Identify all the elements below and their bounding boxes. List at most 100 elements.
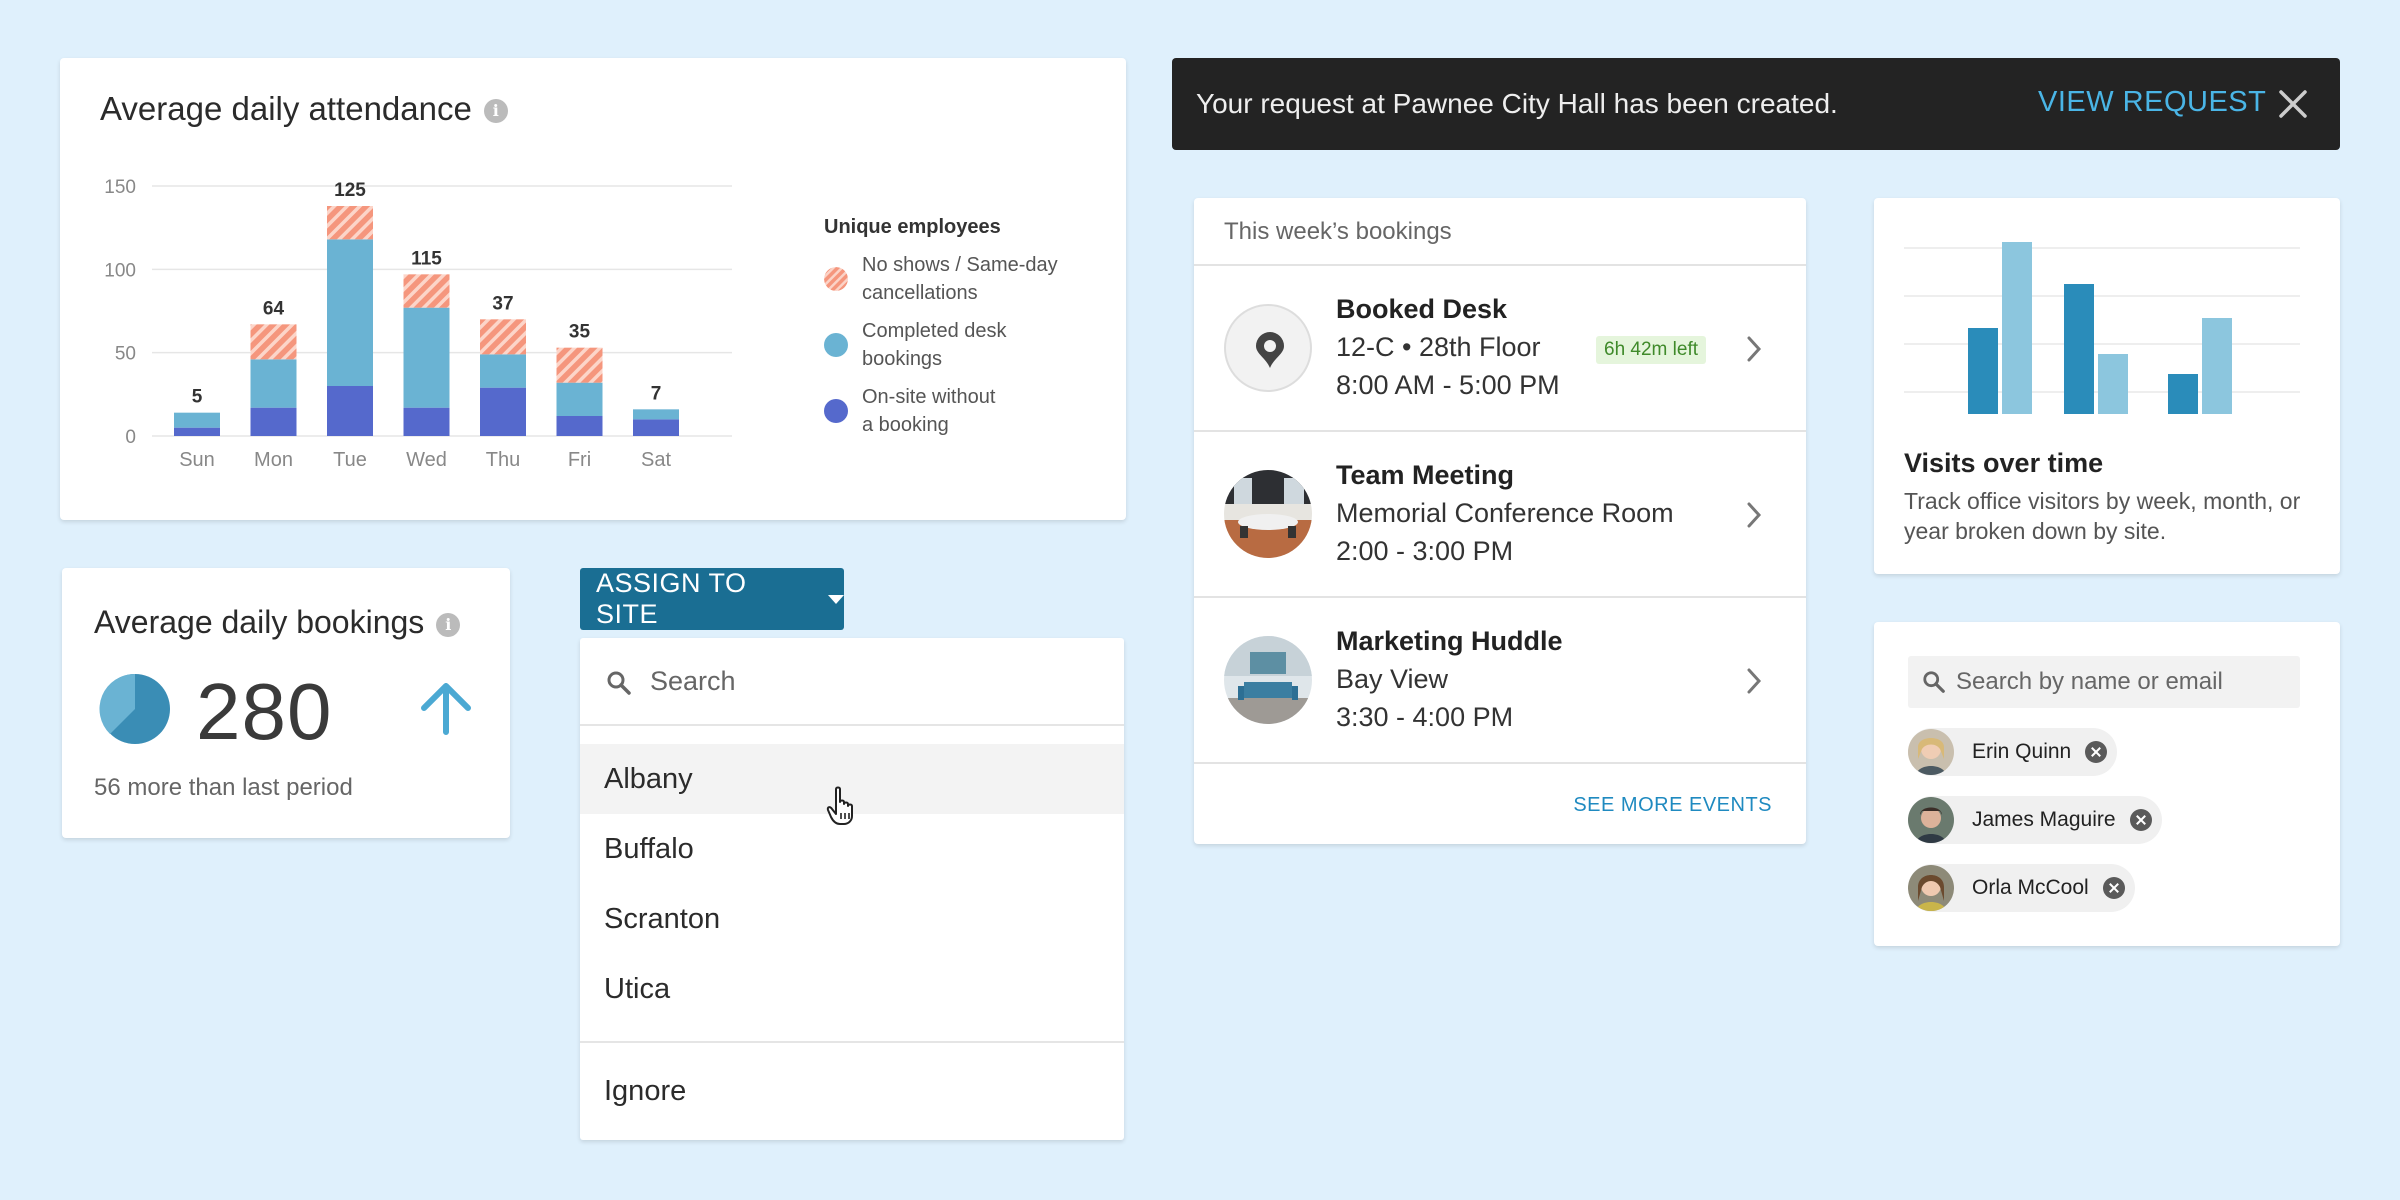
bookings-title-text: Average daily bookings — [94, 604, 425, 640]
event-title: Marketing Huddle — [1336, 626, 1563, 656]
event-location: Memorial Conference Room — [1336, 498, 1674, 528]
legend-label: No shows / Same-day — [862, 254, 1058, 276]
y-tick-label: 100 — [104, 260, 136, 281]
event-item[interactable]: Booked Desk 12-C • 28th Floor 8:00 AM - … — [1194, 266, 1806, 432]
data-label: 7 — [651, 383, 662, 404]
person-name: James Maguire — [1972, 808, 2116, 831]
location-pin-icon — [1224, 304, 1312, 392]
x-tick-label: Sat — [641, 449, 671, 471]
bookings-subtext: 56 more than last period — [94, 774, 353, 801]
event-location: 12-C • 28th Floor — [1336, 332, 1541, 362]
attendance-card: 0 50 100 150 5 Sun 64 Mon 125 Tue 115 Wed 37 Thu 35 Fri… — [60, 58, 1126, 520]
bookings-title: Average daily bookings i — [94, 604, 461, 641]
toast-message: Your request at Pawnee City Hall has bee… — [1196, 88, 1838, 119]
data-label: 64 — [263, 298, 285, 319]
event-item[interactable]: Team Meeting Memorial Conference Room 2:… — [1194, 432, 1806, 598]
chart-legend: Unique employees No shows / Same-day canc… — [824, 216, 1114, 449]
event-time: 3:30 - 4:00 PM — [1336, 702, 1514, 732]
bar — [1968, 328, 1998, 414]
bar-completed — [250, 359, 297, 408]
bar — [2002, 242, 2032, 414]
weekly-bookings-card: This week’s bookings Booked Desk 12-C • … — [1194, 198, 1806, 844]
bookings-value: 280 — [196, 667, 333, 756]
x-tick-label: Tue — [333, 449, 367, 471]
bar-onsite — [556, 416, 603, 436]
person-name: Orla McCool — [1972, 876, 2089, 899]
site-option-utica[interactable]: Utica — [580, 954, 1124, 1024]
bookings-card: Average daily bookings i 280 56 more than… — [62, 568, 510, 838]
search-icon — [1923, 671, 1945, 693]
y-tick-label: 50 — [115, 344, 136, 365]
bar-onsite — [327, 386, 373, 436]
avatar — [1908, 865, 1954, 911]
close-icon[interactable] — [2278, 89, 2308, 119]
chevron-right-icon — [1747, 502, 1762, 528]
event-location: Bay View — [1336, 664, 1449, 694]
room-photo — [1224, 470, 1312, 558]
bar-completed — [480, 354, 526, 388]
visits-title: Visits over time — [1904, 448, 2104, 478]
bar-onsite — [250, 407, 297, 436]
bar-onsite — [174, 427, 220, 436]
x-tick-label: Sun — [179, 449, 215, 471]
search-placeholder: Search — [650, 666, 736, 696]
view-request-link[interactable]: VIEW REQUEST — [2038, 86, 2266, 119]
bar-no-shows — [556, 347, 603, 383]
bar-no-shows — [327, 206, 373, 240]
person-chip: Erin Quinn — [1908, 728, 2118, 776]
bar-no-shows — [403, 274, 450, 308]
bar-completed — [556, 382, 603, 416]
bar-no-shows — [250, 324, 297, 360]
bar — [2168, 374, 2198, 414]
bar-completed — [327, 239, 373, 386]
pie-icon — [99, 673, 170, 744]
legend-label: a booking — [862, 414, 949, 436]
bar-onsite — [633, 419, 679, 436]
remove-icon[interactable] — [2129, 809, 2152, 831]
info-icon[interactable]: i — [483, 99, 508, 124]
people-card: Search by name or email Erin Quinn James… — [1874, 622, 2340, 946]
site-option-ignore[interactable]: Ignore — [580, 1056, 1124, 1126]
x-tick-label: Thu — [486, 449, 520, 471]
avatar — [1908, 729, 1954, 775]
legend-item-onsite: On-site without a booking — [824, 383, 1114, 439]
person-chip: James Maguire — [1908, 796, 2162, 844]
y-tick-label: 150 — [104, 177, 136, 198]
data-label: 115 — [411, 248, 442, 269]
site-option-scranton[interactable]: Scranton — [580, 884, 1124, 954]
remove-icon[interactable] — [2102, 877, 2125, 899]
bar — [2202, 318, 2232, 414]
event-item[interactable]: Marketing Huddle Bay View 3:30 - 4:00 PM — [1194, 598, 1806, 764]
swatch-icon — [824, 333, 848, 357]
assign-button-label: ASSIGN TO SITE — [596, 568, 747, 629]
assign-to-site-button[interactable]: ASSIGN TO SITE — [580, 568, 844, 630]
site-dropdown: Search Albany Buffalo Scranton Utica Ign… — [580, 638, 1124, 1140]
swatch-icon — [824, 399, 848, 423]
hand-cursor-icon — [826, 786, 853, 825]
visits-card: Visits over time Track office visitors b… — [1874, 198, 2340, 574]
x-tick-label: Fri — [568, 449, 591, 471]
attendance-title: Average daily attendance i — [100, 90, 508, 128]
visits-description: Track office visitors by week, month, or… — [1904, 488, 2301, 544]
remove-icon[interactable] — [2085, 741, 2108, 763]
person-name: Erin Quinn — [1972, 740, 2072, 763]
dropdown-search[interactable]: Search — [580, 638, 1124, 726]
data-label: 37 — [492, 293, 513, 314]
hatched-swatch-icon — [824, 267, 848, 291]
x-tick-label: Wed — [406, 449, 447, 471]
x-tick-label: Mon — [254, 449, 293, 471]
data-label: 5 — [192, 387, 203, 408]
legend-label: Completed desk — [862, 320, 1007, 342]
visits-chart-illustration — [1904, 242, 2300, 414]
bar — [2098, 354, 2128, 414]
bar-completed — [174, 412, 220, 428]
people-search-input[interactable]: Search by name or email — [1908, 656, 2300, 708]
legend-label: bookings — [862, 348, 943, 370]
info-icon[interactable]: i — [436, 612, 461, 637]
room-photo — [1224, 636, 1312, 724]
see-more-events-link[interactable]: SEE MORE EVENTS — [1573, 794, 1772, 817]
y-tick-label: 0 — [125, 427, 136, 448]
search-icon — [607, 671, 631, 695]
attendance-title-text: Average daily attendance — [100, 90, 472, 127]
bar-onsite — [480, 387, 526, 436]
